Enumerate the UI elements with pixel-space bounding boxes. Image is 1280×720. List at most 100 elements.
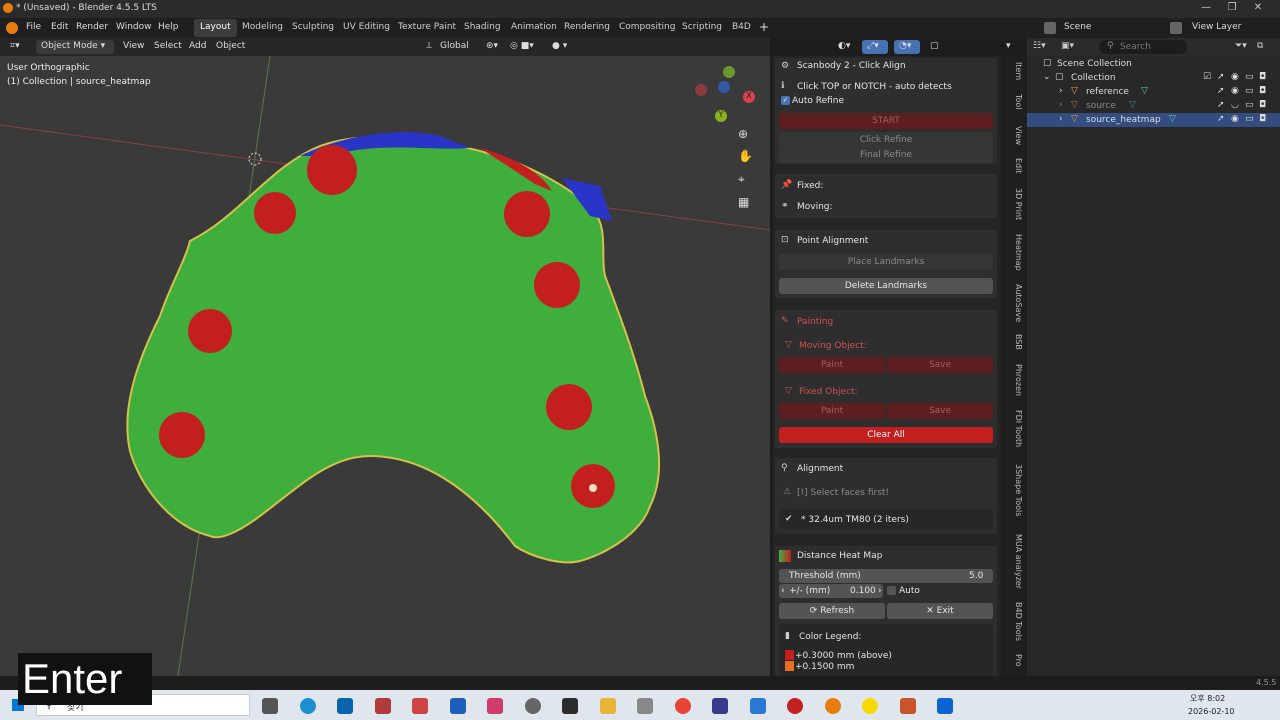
- source-viewport-icon[interactable]: ▭: [1245, 100, 1254, 110]
- outliner-editor-icon[interactable]: ☷▾: [1033, 41, 1046, 51]
- tab-3d-print[interactable]: 3D Print: [1005, 188, 1023, 220]
- gizmo-y-neg-icon[interactable]: [723, 66, 735, 78]
- gizmo-toggle-icon[interactable]: ⤢▾: [862, 40, 888, 54]
- place-landmarks-button[interactable]: Place Landmarks: [779, 254, 993, 270]
- tab-compositing[interactable]: Compositing: [613, 19, 681, 37]
- add-workspace-icon[interactable]: +: [759, 20, 769, 34]
- menu-select[interactable]: Select: [154, 41, 182, 51]
- app-icon-8[interactable]: [750, 698, 766, 714]
- expand-reference-icon[interactable]: ›: [1059, 86, 1063, 96]
- outlook-icon[interactable]: [337, 698, 353, 714]
- 3d-viewport[interactable]: User Orthographic (1) Collection | sourc…: [0, 56, 770, 676]
- display-mode-icon[interactable]: ▣▾: [1061, 41, 1074, 51]
- click-refine-button[interactable]: Click Refine: [779, 132, 993, 148]
- settings-gear-icon[interactable]: [525, 698, 541, 714]
- close-icon[interactable]: ✕: [1247, 2, 1269, 16]
- camera-icon[interactable]: ⌖: [738, 172, 745, 187]
- tab-bsb[interactable]: BSB: [1005, 334, 1023, 350]
- app-icon-7[interactable]: [712, 698, 728, 714]
- refresh-button[interactable]: ⟳ Refresh: [779, 603, 885, 619]
- visibility-icon[interactable]: ◐▾: [838, 41, 850, 51]
- gizmo-y-icon[interactable]: Y: [715, 110, 727, 122]
- scene-icon[interactable]: [1044, 22, 1056, 34]
- outliner-scene-collection[interactable]: ▢ Scene Collection: [1027, 57, 1280, 71]
- menu-add[interactable]: Add: [189, 41, 206, 51]
- file-explorer-icon[interactable]: [600, 698, 616, 714]
- menu-view[interactable]: View: [123, 41, 144, 51]
- menu-help[interactable]: Help: [158, 22, 179, 32]
- app-icon-4[interactable]: [487, 698, 503, 714]
- gizmo-x-icon[interactable]: X: [743, 91, 755, 103]
- clear-all-button[interactable]: Clear All: [779, 427, 993, 443]
- tab-edit[interactable]: Edit: [1005, 158, 1023, 174]
- fixed-save-button[interactable]: Save: [887, 403, 993, 419]
- filter-icon[interactable]: ⏷▾: [1235, 41, 1247, 51]
- tab-tool[interactable]: Tool: [1005, 94, 1023, 110]
- menu-object[interactable]: Object: [216, 41, 245, 51]
- stepper-right-icon[interactable]: ›: [878, 586, 882, 596]
- blender-menu-icon[interactable]: [6, 22, 18, 34]
- new-collection-icon[interactable]: ⧉: [1257, 41, 1263, 51]
- tab-mua-analyzer[interactable]: MUA analyzer: [1005, 534, 1023, 589]
- expand-source-icon[interactable]: ›: [1059, 100, 1063, 110]
- source-eye-closed-icon[interactable]: ◡: [1231, 100, 1239, 110]
- minimize-icon[interactable]: —: [1195, 2, 1217, 16]
- source-select-icon[interactable]: ➚: [1217, 100, 1225, 110]
- app-icon-9[interactable]: [900, 698, 916, 714]
- maximize-icon[interactable]: ❐: [1221, 2, 1243, 16]
- reference-render-icon[interactable]: ◘: [1259, 86, 1266, 96]
- view-layer-name[interactable]: View Layer: [1192, 22, 1241, 32]
- tab-rendering[interactable]: Rendering: [558, 19, 616, 37]
- source-heatmap-select-icon[interactable]: ➚: [1217, 114, 1225, 124]
- tab-sculpting[interactable]: Sculpting: [286, 19, 340, 37]
- outliner-collection[interactable]: ⌄ ▢ Collection ☑ ➚ ◉ ▭ ◘: [1027, 71, 1280, 85]
- reference-select-icon[interactable]: ➚: [1217, 86, 1225, 96]
- tab-fdi-tooth[interactable]: FDI Tooth: [1005, 410, 1023, 447]
- record-icon[interactable]: [787, 698, 803, 714]
- collection-exclude-checkbox[interactable]: ☑: [1203, 72, 1211, 82]
- collection-expand-icon[interactable]: ⌄: [1043, 72, 1051, 82]
- source-render-icon[interactable]: ◘: [1259, 100, 1266, 110]
- orientation-icon[interactable]: ⟂: [426, 41, 432, 51]
- tab-3shape-tools[interactable]: 3Shape Tools: [1005, 464, 1023, 516]
- auto-refine-checkbox[interactable]: ✓: [781, 96, 790, 105]
- collection-render-icon[interactable]: ◘: [1259, 72, 1266, 82]
- expand-source-heatmap-icon[interactable]: ›: [1059, 114, 1063, 124]
- zoom-icon[interactable]: ⊕: [738, 127, 748, 141]
- tab-b4d-tools[interactable]: B4D Tools: [1005, 602, 1023, 641]
- xray-icon[interactable]: ▢: [930, 41, 939, 51]
- tab-autosave[interactable]: AutoSave: [1005, 284, 1023, 322]
- delete-landmarks-button[interactable]: Delete Landmarks: [779, 278, 993, 294]
- orientation-select[interactable]: Global: [440, 41, 469, 51]
- tab-shading[interactable]: Shading: [458, 19, 507, 37]
- app-icon-10[interactable]: [937, 698, 953, 714]
- outliner-item-source-heatmap[interactable]: › ▽ source_heatmap ▽ ➚ ◉ ▭ ◘: [1027, 113, 1280, 127]
- tab-heatmap[interactable]: Heatmap: [1005, 234, 1023, 271]
- task-view-icon[interactable]: [262, 698, 278, 714]
- gizmo-x-neg-icon[interactable]: [695, 84, 707, 96]
- tab-item[interactable]: Item: [1005, 62, 1023, 80]
- menu-file[interactable]: File: [26, 22, 41, 32]
- tab-layout[interactable]: Layout: [194, 19, 237, 37]
- pivot-icon[interactable]: ⊛▾: [486, 41, 498, 51]
- overlay-toggle-icon[interactable]: ◔▾: [894, 40, 920, 54]
- app-icon-5[interactable]: [562, 698, 578, 714]
- collection-eye-icon[interactable]: ◉: [1231, 72, 1239, 82]
- exit-button[interactable]: ✕ Exit: [887, 603, 993, 619]
- app-icon-1[interactable]: [375, 698, 391, 714]
- source-heatmap-viewport-icon[interactable]: ▭: [1245, 114, 1254, 124]
- moving-save-button[interactable]: Save: [887, 357, 993, 373]
- source-heatmap-render-icon[interactable]: ◘: [1259, 114, 1266, 124]
- collection-select-icon[interactable]: ➚: [1217, 72, 1225, 82]
- tab-phrozen[interactable]: Phrozen: [1005, 364, 1023, 396]
- collection-viewport-icon[interactable]: ▭: [1245, 72, 1254, 82]
- app-icon-3[interactable]: [450, 698, 466, 714]
- tab-animation[interactable]: Animation: [505, 19, 563, 37]
- app-icon-6[interactable]: [637, 698, 653, 714]
- shading-dropdown-icon[interactable]: ▾: [1006, 41, 1011, 51]
- pan-hand-icon[interactable]: ✋: [738, 149, 753, 163]
- mode-select[interactable]: Object Mode ▾: [36, 40, 114, 54]
- snap-icon[interactable]: ◎ ■▾: [510, 41, 534, 51]
- reference-viewport-icon[interactable]: ▭: [1245, 86, 1254, 96]
- editor-type-icon[interactable]: ⌗▾: [10, 41, 20, 51]
